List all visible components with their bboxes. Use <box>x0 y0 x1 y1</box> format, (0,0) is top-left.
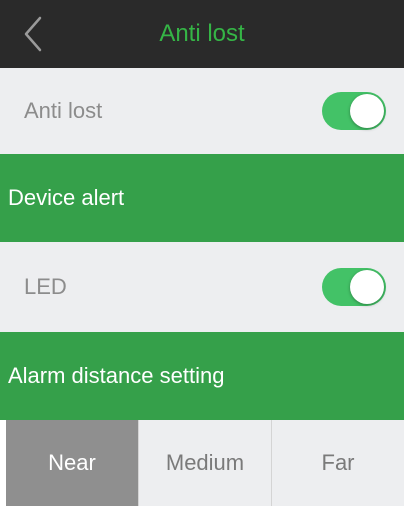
alarm-distance-header: Alarm distance setting <box>0 332 404 420</box>
page-title: Anti lost <box>159 20 245 47</box>
distance-option-near[interactable]: Near <box>6 420 138 506</box>
device-alert-label: Device alert <box>8 185 125 210</box>
navigation-bar: Anti lost <box>0 0 404 68</box>
device-alert-header: Device alert <box>0 154 404 242</box>
led-toggle[interactable] <box>322 268 386 306</box>
anti-lost-label: Anti lost <box>24 98 103 123</box>
distance-option-far[interactable]: Far <box>271 420 404 506</box>
toggle-knob <box>350 270 384 304</box>
anti-lost-row: Anti lost <box>0 68 404 154</box>
toggle-knob <box>350 94 384 128</box>
led-row: LED <box>0 242 404 332</box>
anti-lost-screen: Anti lost Anti lost Device alert LED Ala… <box>0 0 406 506</box>
anti-lost-toggle[interactable] <box>322 92 386 130</box>
distance-segmented-control: Near Medium Far <box>6 420 404 506</box>
alarm-distance-label: Alarm distance setting <box>8 363 225 388</box>
led-label: LED <box>24 274 67 299</box>
distance-option-medium[interactable]: Medium <box>138 420 271 506</box>
